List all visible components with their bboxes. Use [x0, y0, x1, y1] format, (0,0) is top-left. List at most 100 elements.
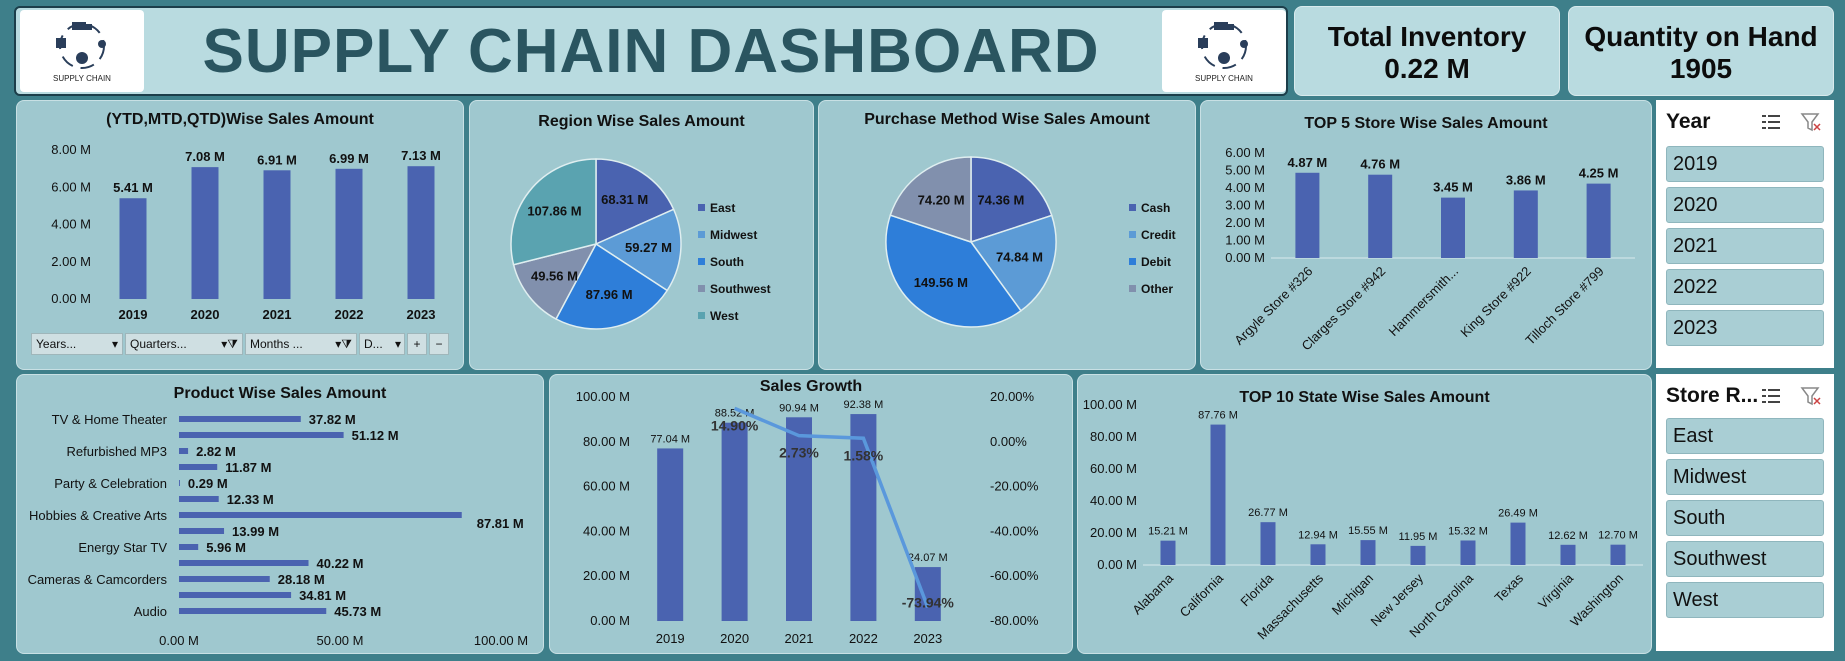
- y-tick-label: Energy Star TV: [78, 540, 167, 555]
- expand-button[interactable]: +: [407, 333, 427, 355]
- x-tick-label: Tilloch Store #799: [1522, 264, 1606, 348]
- slicer-item-2023[interactable]: 2023: [1666, 310, 1824, 346]
- x-tick-label: 50.00 M: [317, 633, 364, 648]
- bar: [1260, 522, 1276, 565]
- data-label: 5.96 M: [206, 540, 246, 555]
- data-label: 77.04 M: [650, 433, 690, 445]
- data-label: 28.18 M: [278, 572, 325, 587]
- data-label: 107.86 M: [527, 204, 581, 219]
- bar: [1310, 544, 1326, 565]
- kpi-label: Quantity on Hand: [1584, 21, 1818, 52]
- kpi-quantity-on-hand: Quantity on Hand 1905: [1568, 6, 1834, 96]
- multi-select-icon[interactable]: [1760, 386, 1782, 406]
- legend-swatch: [698, 258, 705, 265]
- x-tick-label: 2023: [913, 631, 942, 646]
- bar: [179, 416, 301, 422]
- x-tick-label: Florida: [1237, 570, 1276, 609]
- clear-filter-icon[interactable]: [1800, 386, 1822, 406]
- x-tick-label: 2021: [785, 631, 814, 646]
- legend-swatch: [698, 204, 705, 211]
- ytd-bar-chart: 0.00 M 2.00 M 4.00 M 6.00 M 8.00 M 5.41 M 2019…: [51, 142, 441, 322]
- bar: [1460, 540, 1476, 565]
- dropdown-icon: ▾: [111, 337, 118, 351]
- legend-label: Midwest: [710, 228, 757, 242]
- multi-select-icon[interactable]: [1760, 112, 1782, 132]
- growth-label: 2.73%: [779, 445, 819, 461]
- year-slicer: Year 2019 2020 2021 2022 2023: [1656, 100, 1834, 368]
- y-tick-label: Hobbies & Creative Arts: [29, 508, 168, 523]
- logo-right: SUPPLY CHAIN: [1162, 10, 1286, 92]
- data-label: 3.45 M: [1433, 180, 1473, 195]
- growth-combo-chart: 0.00 M 20.00 M 40.00 M 60.00 M 80.00 M 100.00…: [576, 389, 1039, 646]
- slicer-item-2021[interactable]: 2021: [1666, 228, 1824, 264]
- data-label: 49.56 M: [531, 268, 578, 283]
- y-tick-label: 100.00 M: [1083, 397, 1137, 412]
- days-filter-button[interactable]: D... ▾: [359, 333, 405, 355]
- y2-tick-label: -40.00%: [990, 523, 1039, 538]
- y-tick-label: Refurbished MP3: [67, 444, 167, 459]
- bar: [1295, 172, 1320, 258]
- bar: [1410, 545, 1426, 565]
- legend-label: Cash: [1141, 201, 1170, 215]
- data-label: 13.99 M: [232, 524, 279, 539]
- bar: [179, 432, 344, 438]
- legend-label: Debit: [1141, 255, 1171, 269]
- y-tick-label: 20.00 M: [583, 568, 630, 583]
- slicer-item-2019[interactable]: 2019: [1666, 146, 1824, 182]
- x-tick-label: Texas: [1491, 570, 1526, 605]
- slicer-item-west[interactable]: West: [1666, 582, 1824, 618]
- logo-left: SUPPLY CHAIN: [20, 10, 144, 92]
- months-filter-button[interactable]: Months ... ▾⧩: [245, 333, 357, 355]
- filter-label: Quarters...: [130, 337, 187, 351]
- bar: [335, 168, 363, 299]
- data-label: 3.86 M: [1506, 172, 1546, 187]
- x-tick-label: Alabama: [1129, 570, 1176, 617]
- legend-label: Other: [1141, 282, 1173, 296]
- y2-tick-label: 0.00%: [990, 434, 1027, 449]
- slicer-item-south[interactable]: South: [1666, 500, 1824, 536]
- bar: [179, 560, 309, 566]
- header-banner: SUPPLY CHAIN SUPPLY CHAIN DASHBOARD SUPP…: [14, 6, 1288, 96]
- slicer-item-2022[interactable]: 2022: [1666, 269, 1824, 305]
- store-bar-chart: 0.00 M 1.00 M 2.00 M 3.00 M 4.00 M 5.00 M 6.00…: [1225, 145, 1635, 353]
- slicer-title: Year: [1666, 110, 1711, 133]
- panel-purchase-method: Purchase Method Wise Sales Amount 74.36 …: [818, 100, 1196, 370]
- x-tick-label: 100.00 M: [474, 633, 528, 648]
- bar: [1513, 190, 1538, 258]
- slicer-item-2020[interactable]: 2020: [1666, 187, 1824, 223]
- panel-region-sales: Region Wise Sales Amount 68.31 M East 59.2…: [469, 100, 814, 370]
- bar: [850, 414, 877, 621]
- quarters-filter-button[interactable]: Quarters... ▾⧩: [125, 333, 243, 355]
- y2-tick-label: -20.00%: [990, 479, 1039, 494]
- data-label: 15.21 M: [1148, 526, 1188, 538]
- y-tick-label: 40.00 M: [1090, 493, 1137, 508]
- legend-swatch: [698, 231, 705, 238]
- bar: [179, 512, 462, 518]
- panel-top5-store: TOP 5 Store Wise Sales Amount 0.00 M 1.00…: [1200, 100, 1652, 370]
- y-tick-label: 6.00 M: [1225, 145, 1265, 160]
- slicer-item-southwest[interactable]: Southwest: [1666, 541, 1824, 577]
- legend-swatch: [698, 285, 705, 292]
- y-tick-label: 4.00 M: [51, 217, 91, 232]
- slicer-item-midwest[interactable]: Midwest: [1666, 459, 1824, 495]
- filter-icon: ▾⧩: [221, 337, 238, 351]
- bar: [1510, 522, 1526, 565]
- data-label: 87.81 M: [477, 516, 524, 531]
- legend-label: West: [710, 309, 738, 323]
- legend-label: South: [710, 255, 744, 269]
- data-label: 74.84 M: [996, 250, 1043, 265]
- data-label: 12.62 M: [1548, 530, 1588, 542]
- bar: [179, 576, 270, 582]
- y-tick-label: 100.00 M: [576, 389, 630, 404]
- collapse-button[interactable]: −: [429, 333, 449, 355]
- slicer-item-east[interactable]: East: [1666, 418, 1824, 454]
- data-label: 68.31 M: [601, 192, 648, 207]
- clear-filter-icon[interactable]: [1800, 112, 1822, 132]
- x-tick-label: 2020: [720, 631, 749, 646]
- x-tick-label: Washington: [1567, 571, 1626, 630]
- data-label: 149.56 M: [914, 275, 968, 290]
- years-filter-button[interactable]: Years... ▾: [31, 333, 123, 355]
- x-tick-label: Hammersmith...: [1386, 264, 1461, 339]
- y-tick-label: 3.00 M: [1225, 198, 1265, 213]
- y-tick-label: 0.00 M: [1225, 250, 1265, 265]
